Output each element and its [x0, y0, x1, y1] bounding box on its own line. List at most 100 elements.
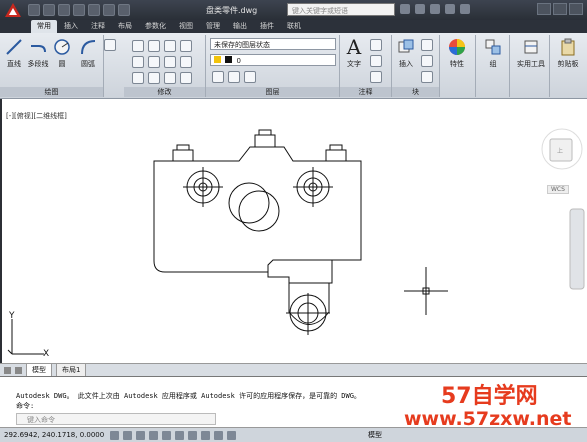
array-icon[interactable]	[164, 72, 176, 84]
tab-parametric[interactable]: 参数化	[139, 20, 172, 33]
circle-tool-button[interactable]: 圆	[50, 37, 74, 69]
tab-online[interactable]: 联机	[281, 20, 307, 33]
tab-model[interactable]: 模型	[26, 363, 52, 377]
polyline-tool-button[interactable]: 多段线	[26, 37, 50, 69]
osnap-icon[interactable]	[162, 430, 171, 440]
leader-icon[interactable]	[370, 55, 382, 67]
layout-tabs-bar: 模型 布局1	[0, 363, 587, 377]
ortho-icon[interactable]	[136, 430, 145, 440]
otrack-icon[interactable]	[175, 430, 184, 440]
communication-icon[interactable]	[430, 4, 440, 14]
current-layer-name: 0	[236, 57, 241, 65]
minimize-button[interactable]	[537, 3, 551, 15]
polar-icon[interactable]	[149, 430, 158, 440]
draw-extra-icon[interactable]	[104, 39, 116, 51]
layers-panel-label: 图层	[206, 87, 339, 97]
drawing-viewport[interactable]: [-][俯视][二维线框] Y X 上 WCS	[0, 99, 587, 363]
group-icon	[485, 39, 501, 55]
line-tool-button[interactable]: 直线	[2, 37, 26, 69]
maximize-button[interactable]	[553, 3, 567, 15]
ribbon: 直线 多段线 圆 圆弧 绘图 修改 未保存的图层状态 0 图层 A 文字 注释 …	[0, 33, 587, 99]
explode-icon[interactable]	[180, 56, 192, 68]
left-hole	[183, 167, 223, 207]
layer-match-icon[interactable]	[244, 71, 256, 83]
move-icon[interactable]	[132, 40, 144, 52]
search-input[interactable]: 键入关键字或短语	[287, 3, 395, 16]
tab-layout[interactable]: 布局	[112, 20, 138, 33]
help-icon[interactable]	[460, 4, 470, 14]
lower-hole	[286, 293, 330, 335]
dyn-icon[interactable]	[201, 430, 210, 440]
part-outline	[153, 129, 362, 325]
tab-output[interactable]: 输出	[227, 20, 253, 33]
tab-insert[interactable]: 插入	[58, 20, 84, 33]
save-icon[interactable]	[58, 4, 70, 16]
new-file-icon[interactable]	[28, 4, 40, 16]
group-button[interactable]: 组	[481, 37, 505, 69]
scale-icon[interactable]	[148, 72, 160, 84]
open-file-icon[interactable]	[43, 4, 55, 16]
group-label: 组	[489, 60, 497, 68]
tab-annotate[interactable]: 注释	[85, 20, 111, 33]
edit-block-icon[interactable]	[421, 55, 433, 67]
tab-home[interactable]: 常用	[31, 20, 57, 33]
insert-tool-label: 插入	[399, 60, 413, 68]
lineweight-icon[interactable]	[214, 430, 223, 440]
text-tool-button[interactable]: A 文字	[342, 35, 366, 69]
clipboard-icon	[561, 38, 575, 56]
autocad-logo-icon	[5, 3, 21, 17]
grid-icon[interactable]	[123, 430, 132, 440]
create-block-icon[interactable]	[421, 39, 433, 51]
tab-view[interactable]: 视图	[173, 20, 199, 33]
viewcube: 上	[541, 128, 583, 170]
transparency-icon[interactable]	[227, 430, 236, 440]
ducs-icon[interactable]	[188, 430, 197, 440]
command-input[interactable]: 键入命令	[16, 413, 216, 425]
rotate-icon[interactable]	[148, 40, 160, 52]
arc-tool-button[interactable]: 圆弧	[76, 37, 100, 69]
clipboard-button[interactable]: 剪贴板	[552, 37, 584, 69]
first-tab-icon[interactable]	[4, 366, 11, 374]
wcs-menu[interactable]: WCS	[547, 185, 569, 194]
offset-icon[interactable]	[180, 72, 192, 84]
application-menu-button[interactable]	[0, 0, 26, 20]
mirror-icon[interactable]	[148, 56, 160, 68]
ucs-x-label: X	[43, 349, 49, 359]
erase-icon[interactable]	[180, 40, 192, 52]
arc-tool-label: 圆弧	[81, 60, 95, 68]
tab-layout1[interactable]: 布局1	[56, 363, 87, 377]
redo-icon[interactable]	[103, 4, 115, 16]
snap-icon[interactable]	[110, 430, 119, 440]
autocad-window: 盘类零件.dwg 键入关键字或短语 常用 插入 注释 布局 参数化 视图 管理 …	[0, 0, 587, 442]
copy-icon[interactable]	[132, 56, 144, 68]
layer-state-dropdown[interactable]: 未保存的图层状态	[210, 38, 336, 50]
dimension-icon[interactable]	[370, 39, 382, 51]
current-layer-dropdown[interactable]: 0	[210, 54, 336, 66]
subscription-icon[interactable]	[415, 4, 425, 14]
stretch-icon[interactable]	[132, 72, 144, 84]
annotation-panel-label: 注释	[340, 87, 391, 97]
search-icon[interactable]	[400, 4, 410, 14]
tab-manage[interactable]: 管理	[200, 20, 226, 33]
utilities-button[interactable]: 实用工具	[515, 37, 547, 69]
circle-tool-label: 圆	[58, 60, 66, 68]
layer-properties-icon[interactable]	[212, 71, 224, 83]
insert-tool-button[interactable]: 插入	[394, 37, 418, 69]
block-attributes-icon[interactable]	[421, 71, 433, 83]
save-as-icon[interactable]	[73, 4, 85, 16]
table-icon[interactable]	[370, 71, 382, 83]
undo-icon[interactable]	[88, 4, 100, 16]
text-a-icon: A	[346, 35, 362, 59]
favorites-icon[interactable]	[445, 4, 455, 14]
close-button[interactable]	[569, 3, 583, 15]
plot-icon[interactable]	[118, 4, 130, 16]
trim-icon[interactable]	[164, 40, 176, 52]
info-center	[400, 4, 470, 14]
model-space-button[interactable]: 模型	[368, 430, 382, 440]
fillet-icon[interactable]	[164, 56, 176, 68]
tab-plugins[interactable]: 插件	[254, 20, 280, 33]
make-current-icon[interactable]	[228, 71, 240, 83]
drawing-canvas: Y X 上	[7, 128, 585, 359]
properties-button[interactable]: 特性	[445, 37, 469, 69]
prev-tab-icon[interactable]	[15, 366, 22, 374]
